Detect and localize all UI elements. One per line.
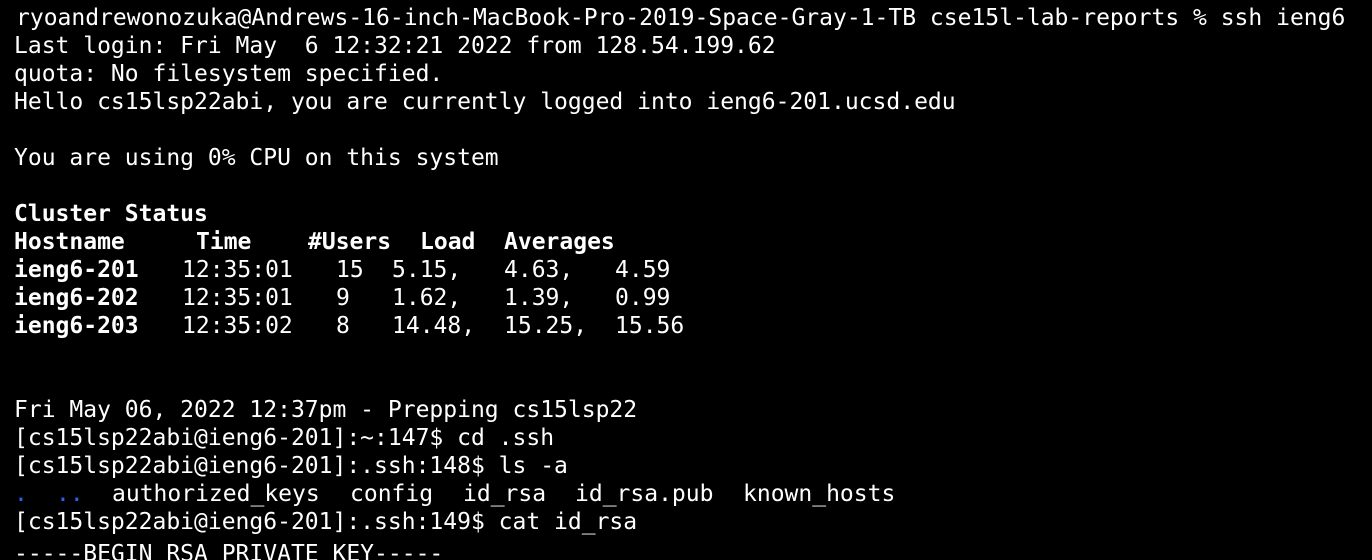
file-known-hosts: known_hosts [743, 481, 896, 507]
row-time: 12:35:02 [182, 313, 293, 339]
last-login-line: Last login: Fri May 6 12:32:21 2022 from… [14, 33, 776, 59]
row-load-1: 14.48, [392, 313, 476, 339]
row-users: 9 [336, 285, 350, 311]
row-load-15: 15.56 [615, 313, 685, 339]
command-line-ssh: ryoandrewonozuka@Andrews-16-inch-MacBook… [16, 5, 1346, 31]
row-users: 8 [336, 313, 350, 339]
table-row: ieng6-203 12:35:02 8 14.48, 15.25, 15.56 [14, 312, 714, 340]
row-load-15: 0.99 [615, 285, 671, 311]
file-id-rsa: id_rsa [463, 481, 547, 507]
row-load-5: 4.63, [504, 257, 574, 283]
cluster-status-title: Cluster Status [14, 201, 208, 227]
file-id-rsa-pub: id_rsa.pub [575, 481, 714, 507]
prepping-line: Fri May 06, 2022 12:37pm - Prepping cs15… [14, 397, 638, 423]
row-hostname: ieng6-201 [14, 257, 139, 283]
table-row: ieng6-201 12:35:01 15 5.15, 4.63, 4.59 [14, 256, 714, 284]
header-load: Load [420, 229, 476, 255]
row-time: 12:35:01 [182, 285, 293, 311]
cpu-usage-line: You are using 0% CPU on this system [14, 145, 499, 171]
prompt-cat-id-rsa: [cs15lsp22abi@ieng6-201]:.ssh:149$ cat i… [14, 509, 638, 535]
row-users: 15 [336, 257, 364, 283]
rsa-key-begin-line: -----BEGIN RSA PRIVATE KEY----- [14, 541, 444, 560]
prompt-cd-ssh: [cs15lsp22abi@ieng6-201]:~:147$ cd .ssh [14, 425, 555, 451]
dir-parent: .. [56, 481, 84, 507]
file-config: config [350, 481, 434, 507]
quota-line: quota: No filesystem specified. [14, 61, 444, 87]
row-load-1: 1.62, [392, 285, 462, 311]
ls-output: . .. authorized_keys config id_rsa id_rs… [14, 480, 1014, 508]
row-hostname: ieng6-202 [14, 285, 139, 311]
row-load-15: 4.59 [615, 257, 671, 283]
file-authorized-keys: authorized_keys [112, 481, 320, 507]
header-averages: Averages [504, 229, 615, 255]
row-hostname: ieng6-203 [14, 313, 139, 339]
terminal-window[interactable]: ryoandrewonozuka@Andrews-16-inch-MacBook… [0, 0, 1372, 560]
row-load-5: 1.39, [504, 285, 574, 311]
header-users: #Users [308, 229, 392, 255]
row-load-5: 15.25, [504, 313, 588, 339]
prompt-ls-a: [cs15lsp22abi@ieng6-201]:.ssh:148$ ls -a [14, 453, 568, 479]
dir-current: . [14, 481, 28, 507]
header-hostname: Hostname [14, 229, 125, 255]
row-time: 12:35:01 [182, 257, 293, 283]
header-time: Time [196, 229, 252, 255]
cluster-table-header: Hostname Time #Users Load Averages [14, 228, 714, 256]
row-load-1: 5.15, [392, 257, 462, 283]
hello-line: Hello cs15lsp22abi, you are currently lo… [14, 89, 956, 115]
table-row: ieng6-202 12:35:01 9 1.62, 1.39, 0.99 [14, 284, 714, 312]
